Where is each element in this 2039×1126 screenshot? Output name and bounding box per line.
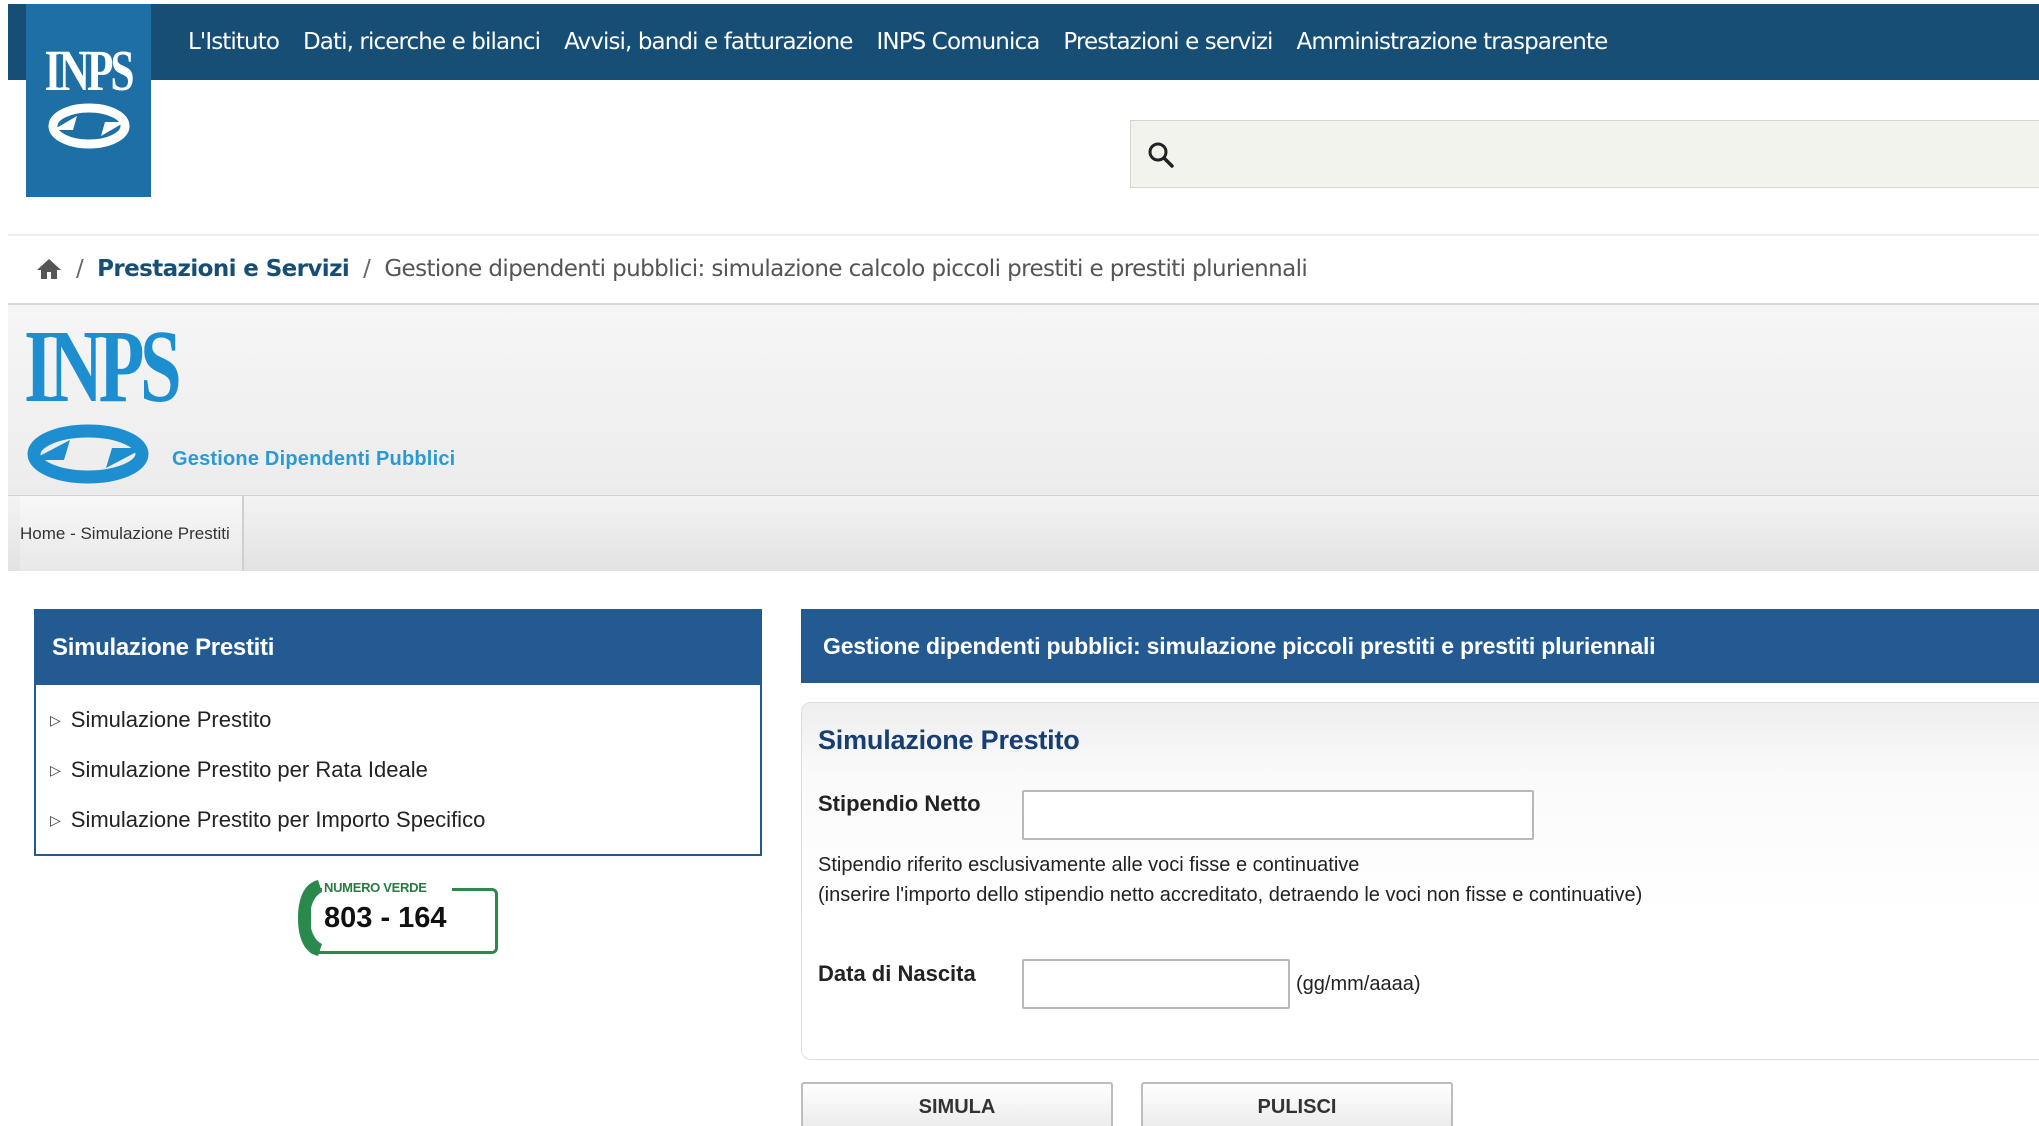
stipendio-note-line2: (inserire l'importo dello stipendio nett… <box>818 884 1643 906</box>
top-nav: L'Istituto Dati, ricerche e bilanci Avvi… <box>188 4 1631 80</box>
sidebar-title: Simulazione Prestiti <box>36 611 760 685</box>
nav-item-dati-ricerche-bilanci[interactable]: Dati, ricerche e bilanci <box>303 29 541 55</box>
breadcrumb: / Prestazioni e Servizi / Gestione dipen… <box>36 254 1308 284</box>
numero-verde-badge: NUMERO VERDE 803 - 164 <box>294 876 506 958</box>
sub-breadcrumb-trail[interactable]: Home - Simulazione Prestiti <box>20 496 244 571</box>
home-icon[interactable] <box>36 258 62 280</box>
sidebar-item-label: Simulazione Prestito per Importo Specifi… <box>70 807 486 832</box>
sidebar-item-simulazione-prestito[interactable]: ▷ Simulazione Prestito <box>50 695 760 745</box>
inps-logo[interactable]: INPS <box>26 4 151 197</box>
top-nav-bar: L'Istituto Dati, ricerche e bilanci Avvi… <box>8 4 2039 80</box>
inps-swirl-icon <box>27 424 149 484</box>
breadcrumb-separator: / <box>363 256 371 282</box>
sidebar-panel: Simulazione Prestiti ▷ Simulazione Prest… <box>34 609 762 856</box>
triangle-right-icon: ▷ <box>50 711 61 728</box>
banner-subtitle: Gestione Dipendenti Pubblici <box>172 448 456 470</box>
breadcrumb-separator: / <box>76 256 84 282</box>
breadcrumb-current: Gestione dipendenti pubblici: simulazion… <box>384 256 1308 282</box>
numero-verde-label: NUMERO VERDE <box>324 880 427 895</box>
nav-item-avvisi-bandi-fatturazione[interactable]: Avvisi, bandi e fatturazione <box>564 29 853 55</box>
gdp-banner: INPS Gestione Dipendenti Pubblici <box>8 303 2039 497</box>
data-nascita-input[interactable] <box>1022 959 1290 1009</box>
sidebar-item-importo-specifico[interactable]: ▷ Simulazione Prestito per Importo Speci… <box>50 795 760 845</box>
triangle-right-icon: ▷ <box>50 811 61 828</box>
data-nascita-format-hint: (gg/mm/aaaa) <box>1296 973 1421 995</box>
simulation-form: Simulazione Prestito Stipendio Netto Sti… <box>801 702 2039 1060</box>
stipendio-netto-input[interactable] <box>1022 790 1534 840</box>
data-nascita-label: Data di Nascita <box>818 961 976 986</box>
search-bar <box>1130 120 2039 189</box>
nav-item-prestazioni-servizi[interactable]: Prestazioni e servizi <box>1063 29 1273 55</box>
simula-button[interactable]: SIMULA <box>801 1082 1113 1126</box>
triangle-right-icon: ▷ <box>50 761 61 778</box>
divider <box>8 234 2039 236</box>
sidebar-menu: ▷ Simulazione Prestito ▷ Simulazione Pre… <box>36 685 760 845</box>
pulisci-button[interactable]: PULISCI <box>1141 1082 1453 1126</box>
inps-swirl-icon <box>48 103 129 149</box>
nav-item-amministrazione-trasparente[interactable]: Amministrazione trasparente <box>1297 29 1609 55</box>
sidebar-item-rata-ideale[interactable]: ▷ Simulazione Prestito per Rata Ideale <box>50 745 760 795</box>
breadcrumb-link-prestazioni-servizi[interactable]: Prestazioni e Servizi <box>97 256 350 282</box>
search-icon[interactable] <box>1147 141 1175 169</box>
sidebar-item-label: Simulazione Prestito per Rata Ideale <box>70 757 428 782</box>
stipendio-note-line1: Stipendio riferito esclusivamente alle v… <box>818 854 1360 876</box>
numero-verde-number: 803 - 164 <box>324 902 447 934</box>
nav-item-inps-comunica[interactable]: INPS Comunica <box>877 29 1041 55</box>
inps-logo-text: INPS <box>44 38 135 103</box>
phone-handset-icon <box>298 880 322 956</box>
search-input[interactable] <box>1191 121 2035 189</box>
stipendio-netto-label: Stipendio Netto <box>818 791 981 816</box>
sidebar-item-label: Simulazione Prestito <box>70 707 272 732</box>
banner-logo-text: INPS <box>24 309 182 424</box>
form-title: Simulazione Prestito <box>818 725 1080 755</box>
sub-breadcrumb-bar: Home - Simulazione Prestiti <box>8 495 2039 571</box>
main-header: Gestione dipendenti pubblici: simulazion… <box>801 609 2039 683</box>
nav-item-istituto[interactable]: L'Istituto <box>188 29 280 55</box>
